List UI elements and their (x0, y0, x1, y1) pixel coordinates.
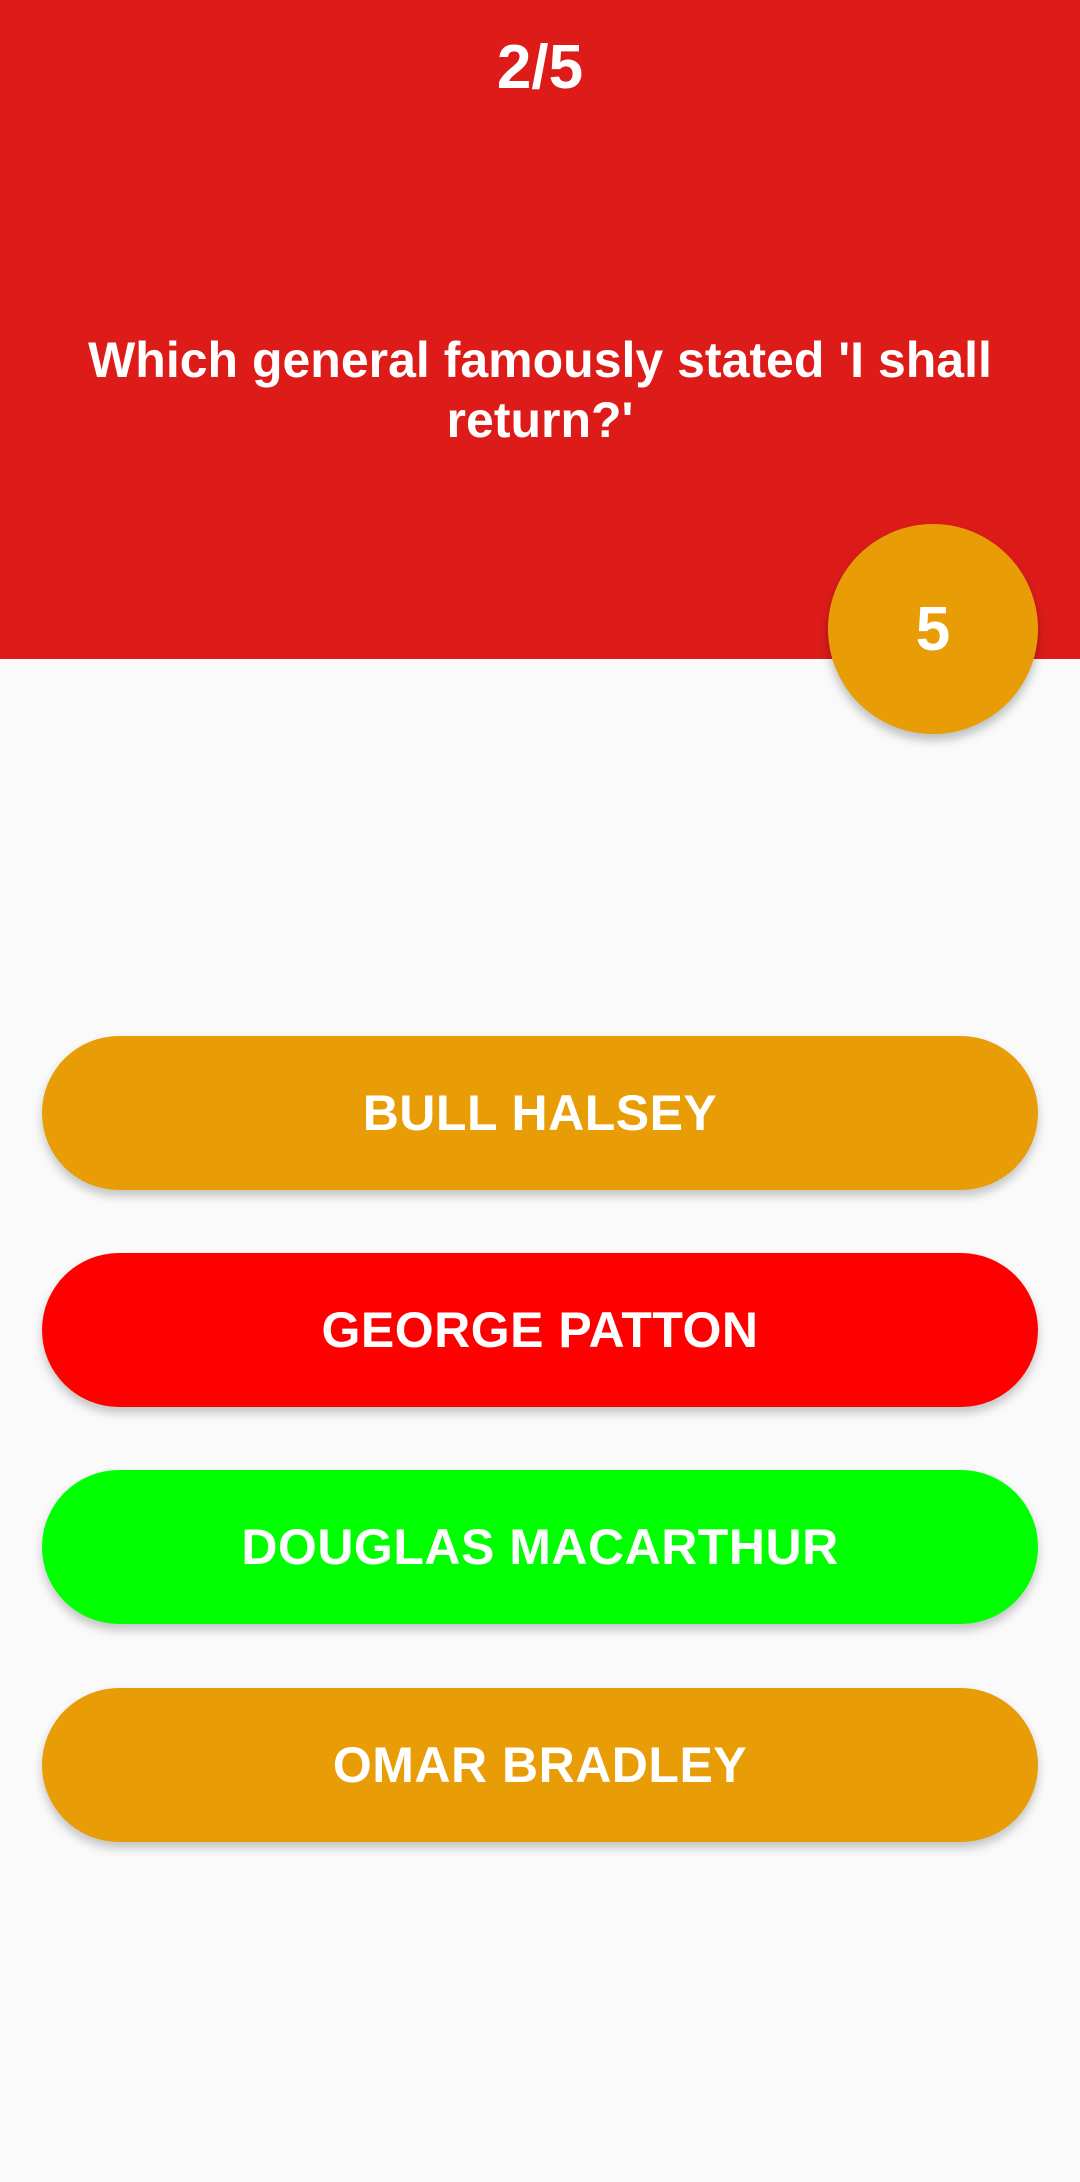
answer-label: GEORGE PATTON (321, 1302, 759, 1358)
answer-button-bull-halsey[interactable]: BULL HALSEY (42, 1036, 1038, 1190)
answer-label: DOUGLAS MACARTHUR (241, 1519, 839, 1575)
answer-label: BULL HALSEY (362, 1085, 718, 1141)
timer-value: 5 (915, 594, 951, 664)
question-text: Which general famously stated 'I shall r… (88, 332, 992, 448)
countdown-timer: 5 (828, 524, 1038, 734)
answer-button-douglas-macarthur[interactable]: DOUGLAS MACARTHUR (42, 1470, 1038, 1624)
answer-button-omar-bradley[interactable]: OMAR BRADLEY (42, 1688, 1038, 1842)
question-progress: 2/5 (496, 33, 584, 102)
answer-button-george-patton[interactable]: GEORGE PATTON (42, 1253, 1038, 1407)
answer-label: OMAR BRADLEY (332, 1737, 748, 1793)
